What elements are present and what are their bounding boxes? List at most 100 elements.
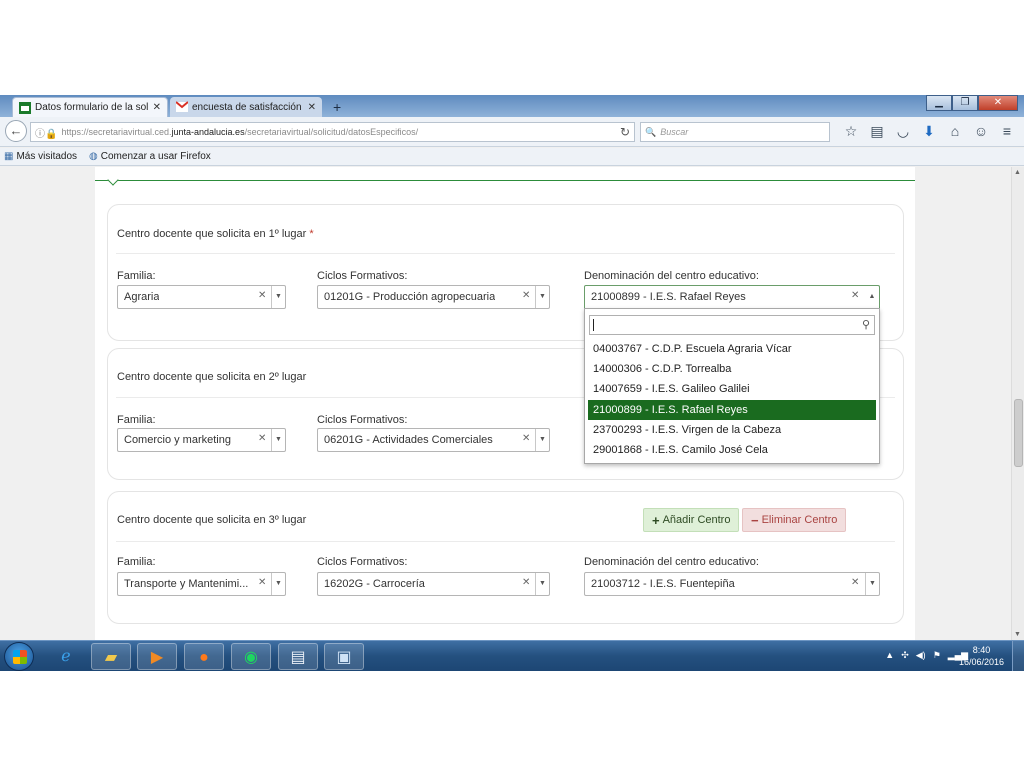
media-player-icon[interactable]: ▶	[137, 643, 177, 670]
taskbar-clock[interactable]: 8:40 16/06/2016	[959, 644, 1004, 668]
ciclos-select[interactable]: 06201G - Actividades Comerciales ✕ ▼	[317, 428, 550, 452]
show-desktop-button[interactable]	[1012, 641, 1024, 671]
dropdown-option[interactable]: 14000306 - C.D.P. Torrealba	[588, 359, 876, 379]
centro-select-open[interactable]: 21000899 - I.E.S. Rafael Reyes ✕ ▲	[584, 285, 880, 309]
familia-select[interactable]: Comercio y marketing ✕ ▼	[117, 428, 286, 452]
add-centro-button[interactable]: + Añadir Centro	[643, 508, 740, 532]
clear-selection-icon[interactable]: ✕	[851, 577, 859, 588]
clear-selection-icon[interactable]: ✕	[522, 433, 530, 444]
file-explorer-icon[interactable]: ▰	[91, 643, 131, 670]
clear-selection-icon[interactable]: ✕	[258, 577, 266, 588]
dropdown-option[interactable]: 14007659 - I.E.S. Galileo Galilei	[588, 379, 876, 399]
minimize-button[interactable]: ▁	[926, 95, 952, 111]
dropdown-option-selected[interactable]: 21000899 - I.E.S. Rafael Reyes	[588, 400, 876, 420]
desktop-screen: Datos formulario de la soli... ✕ encuest…	[0, 95, 1024, 671]
dropdown-arrow-icon[interactable]: ▼	[535, 286, 549, 308]
back-button[interactable]: ←	[5, 120, 27, 142]
section-title: Centro docente que solicita en 1º lugar …	[117, 228, 314, 240]
tab-datos-formulario[interactable]: Datos formulario de la soli... ✕	[12, 97, 168, 117]
window-controls: ▁ ❐ ✕	[926, 95, 1018, 111]
url-prefix: https://secretariavirtual.ced.	[61, 127, 172, 137]
scroll-down-arrow-icon[interactable]: ▼	[1014, 631, 1021, 638]
reload-icon[interactable]: ↻	[620, 125, 630, 139]
search-icon: 🔍	[645, 126, 657, 137]
maximize-button[interactable]: ❐	[952, 95, 978, 111]
hello-chat-icon[interactable]: ☺	[968, 123, 994, 140]
minus-icon: −	[751, 512, 759, 528]
dropdown-arrow-icon[interactable]: ▼	[535, 429, 549, 451]
clock-time: 8:40	[972, 645, 991, 655]
url-domain: junta-andalucia.es	[171, 127, 245, 137]
text-cursor	[593, 319, 594, 331]
ciclos-select[interactable]: 01201G - Producción agropecuaria ✕ ▼	[317, 285, 550, 309]
panel-separator	[116, 541, 895, 542]
dropdown-arrow-icon[interactable]: ▼	[271, 429, 285, 451]
network-activity-icon[interactable]: ✣	[901, 650, 909, 661]
clear-selection-icon[interactable]: ✕	[851, 290, 859, 301]
dropdown-option[interactable]: 04003767 - C.D.P. Escuela Agraria Vícar	[588, 339, 876, 359]
action-center-flag-icon[interactable]: ⚑	[933, 650, 941, 661]
home-icon[interactable]: ⌂	[942, 123, 968, 140]
dropdown-arrow-icon[interactable]: ▼	[865, 573, 879, 595]
firefox-icon[interactable]: ●	[184, 643, 224, 670]
select-value: Transporte y Mantenimi...	[124, 578, 249, 590]
section-title: Centro docente que solicita en 3º lugar	[117, 514, 307, 526]
search-icon: ⚲	[861, 319, 870, 331]
windows-taskbar: ℯ ▰ ▶ ● ◉ ▤ ▣ ▲ ✣ ◀) ⚑ ▂▄▆ 8:40 16/06/20…	[0, 640, 1024, 671]
dropdown-option[interactable]: 29001868 - I.E.S. Camilo José Cela	[588, 440, 876, 460]
clear-selection-icon[interactable]: ✕	[258, 433, 266, 444]
bookmark-comenzar-firefox[interactable]: ◍ Comenzar a usar Firefox	[89, 151, 211, 162]
section-divider	[95, 180, 915, 181]
tab-title: encuesta de satisfacción d...	[192, 101, 304, 113]
select-value: Agraria	[124, 291, 160, 303]
search-bar[interactable]: 🔍 Buscar	[640, 122, 830, 142]
bookmark-mas-visitados[interactable]: ▦ Más visitados	[4, 151, 77, 162]
clear-selection-icon[interactable]: ✕	[258, 290, 266, 301]
most-visited-icon: ▦	[4, 151, 14, 162]
menu-icon[interactable]: ≡	[994, 123, 1020, 140]
document-editor-icon[interactable]: ▤	[278, 643, 318, 670]
required-mark: *	[309, 228, 314, 240]
firefox-globe-icon: ◍	[89, 151, 98, 162]
site-info-icon[interactable]: ⓘ🔒	[35, 125, 57, 140]
tab-encuesta[interactable]: encuesta de satisfacción d... ✕	[170, 97, 322, 117]
show-hidden-icons-icon[interactable]: ▲	[885, 650, 894, 661]
dropdown-arrow-up-icon[interactable]: ▲	[865, 286, 879, 308]
dropdown-option[interactable]: 23700293 - I.E.S. Virgen de la Cabeza	[588, 420, 876, 440]
clear-selection-icon[interactable]: ✕	[522, 577, 530, 588]
search-placeholder: Buscar	[660, 127, 689, 137]
bookmark-label: Más visitados	[16, 151, 78, 162]
dropdown-arrow-icon[interactable]: ▼	[271, 286, 285, 308]
close-tab-icon[interactable]: ✕	[308, 102, 316, 113]
dropdown-search-input[interactable]: ⚲	[589, 315, 875, 335]
bookmarks-toolbar: ▦ Más visitados ◍ Comenzar a usar Firefox	[0, 148, 1024, 166]
ciclos-label: Ciclos Formativos:	[317, 414, 408, 426]
dropdown-arrow-icon[interactable]: ▼	[271, 573, 285, 595]
url-bar[interactable]: ⓘ🔒 https://secretariavirtual.ced. junta-a…	[30, 122, 635, 142]
start-button[interactable]	[4, 642, 34, 671]
pocket-icon[interactable]: ◡	[890, 123, 916, 140]
page-scrollbar[interactable]: ▲ ▼	[1011, 167, 1024, 640]
image-viewer-icon[interactable]: ▣	[324, 643, 364, 670]
windows-logo-icon	[13, 650, 27, 664]
select-value: 21003712 - I.E.S. Fuentepiña	[591, 578, 735, 590]
close-tab-icon[interactable]: ✕	[153, 102, 161, 113]
spotify-icon[interactable]: ◉	[231, 643, 271, 670]
volume-icon[interactable]: ◀)	[916, 650, 926, 661]
internet-explorer-icon[interactable]: ℯ	[46, 643, 86, 670]
centro-select[interactable]: 21003712 - I.E.S. Fuentepiña ✕ ▼	[584, 572, 880, 596]
familia-select[interactable]: Transporte y Mantenimi... ✕ ▼	[117, 572, 286, 596]
scroll-up-arrow-icon[interactable]: ▲	[1014, 169, 1021, 176]
close-window-button[interactable]: ✕	[978, 95, 1018, 111]
bookmark-label: Comenzar a usar Firefox	[100, 151, 211, 162]
ciclos-select[interactable]: 16202G - Carrocería ✕ ▼	[317, 572, 550, 596]
remove-centro-button[interactable]: − Eliminar Centro	[742, 508, 847, 532]
bookmark-star-icon[interactable]: ☆	[838, 123, 864, 140]
dropdown-arrow-icon[interactable]: ▼	[535, 573, 549, 595]
scrollbar-thumb[interactable]	[1014, 399, 1023, 467]
familia-select[interactable]: Agraria ✕ ▼	[117, 285, 286, 309]
downloads-icon[interactable]: ⬇	[916, 123, 942, 140]
reading-list-icon[interactable]: ▤	[864, 123, 890, 140]
new-tab-button[interactable]: +	[333, 99, 341, 115]
clear-selection-icon[interactable]: ✕	[522, 290, 530, 301]
